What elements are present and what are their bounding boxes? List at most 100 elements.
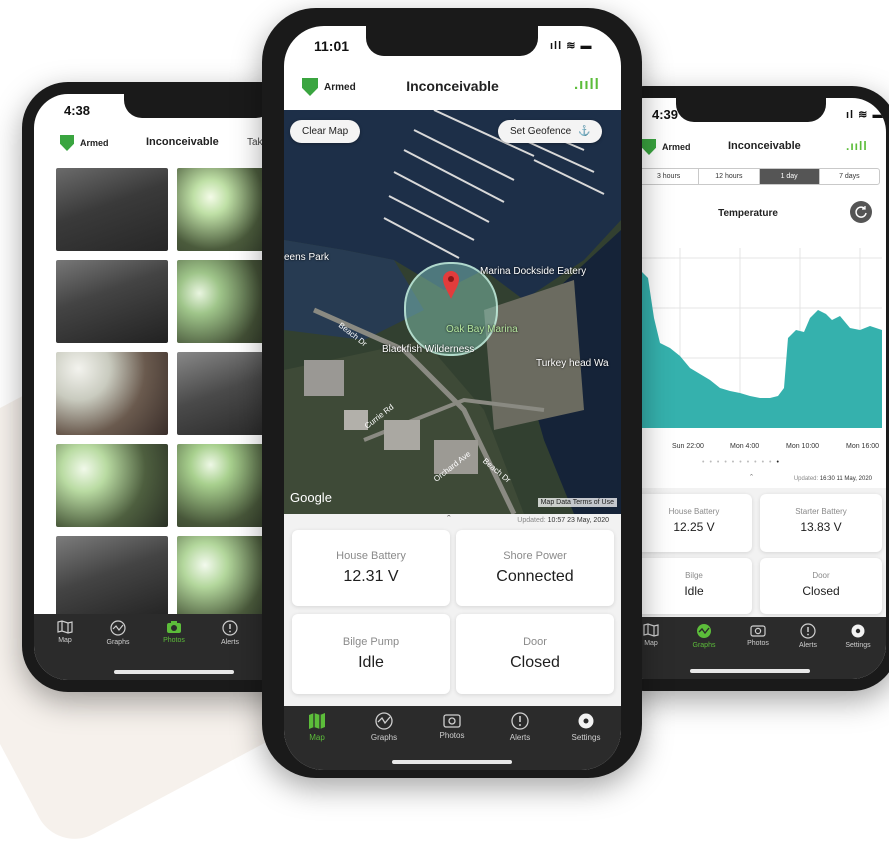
- tab-settings[interactable]: Settings: [840, 623, 876, 649]
- starter-battery-card: Starter Battery 13.83 V: [760, 494, 882, 552]
- tab-label: Graphs: [370, 733, 398, 742]
- house-battery-card: House Battery 12.25 V: [636, 494, 752, 552]
- x-tick: Mon 16:00: [846, 443, 880, 450]
- x-tick: Mon 4:00: [730, 443, 760, 450]
- clear-map-button[interactable]: Clear Map: [290, 120, 361, 143]
- page-dots: •••••••••••: [702, 459, 784, 466]
- card-label: House Battery: [336, 550, 406, 562]
- photo-thumbnail[interactable]: [56, 260, 168, 343]
- map-attribution[interactable]: Map Data Terms of Use: [537, 498, 617, 507]
- camera-icon: [167, 621, 181, 633]
- alert-icon: [222, 620, 238, 636]
- map-icon: [309, 713, 325, 729]
- tab-label: Alerts: [221, 639, 239, 646]
- tab-photos[interactable]: Photos: [738, 623, 778, 647]
- card-value: 12.25 V: [673, 520, 715, 534]
- map-label-blackfish: Blackfish Wilderness: [382, 344, 475, 355]
- updated-text: Updated: 10:57 23 May, 2020: [517, 517, 609, 524]
- tab-bar: Map Graphs Photos Alerts Settings: [284, 706, 621, 770]
- graphs-icon: [697, 624, 711, 638]
- range-1-day[interactable]: 1 day: [759, 169, 820, 184]
- tab-label: Settings: [845, 642, 871, 649]
- range-12-hours[interactable]: 12 hours: [699, 169, 760, 184]
- notch: [124, 94, 274, 118]
- armed-shield-icon: [60, 135, 74, 151]
- card-value: Closed: [510, 654, 560, 671]
- card-value: Idle: [684, 584, 704, 598]
- tab-label: Photos: [163, 637, 185, 644]
- collapse-chevron[interactable]: ˆ: [750, 473, 753, 483]
- tab-label: Map: [58, 637, 72, 644]
- updated-value: 16:30 11 May, 2020: [819, 476, 872, 482]
- status-cards: House Battery 12.25 V Starter Battery 13…: [610, 488, 886, 618]
- tab-alerts[interactable]: Alerts: [210, 620, 250, 646]
- set-geofence-button[interactable]: Set Geofence ⚓: [498, 120, 603, 143]
- bilge-card: Bilge Idle: [636, 558, 752, 614]
- signal-icon: .ııll: [574, 76, 600, 93]
- google-logo: Google: [290, 490, 332, 505]
- status-panel: ˆ Updated: 10:57 23 May, 2020 House Batt…: [284, 514, 621, 706]
- center-phone: 11:01 ıll ≋ ▬ Armed Inconceivable .ııll: [262, 8, 642, 778]
- card-value: 12.31 V: [343, 568, 399, 585]
- tab-label: Photos: [439, 731, 465, 740]
- tab-photos[interactable]: Photos: [154, 620, 194, 644]
- status-time: 4:38: [64, 103, 91, 118]
- range-7-days[interactable]: 7 days: [820, 169, 879, 184]
- home-indicator: [392, 760, 512, 764]
- range-3-hours[interactable]: 3 hours: [639, 169, 700, 184]
- tab-label: Graphs: [692, 642, 716, 649]
- card-value: Idle: [358, 654, 384, 671]
- collapse-chevron[interactable]: ˆ: [447, 514, 451, 526]
- app-title: Inconceivable: [406, 78, 499, 94]
- alert-icon: [800, 623, 816, 639]
- tab-graphs[interactable]: Graphs: [98, 620, 138, 646]
- tab-label: Settings: [571, 733, 601, 742]
- tab-alerts[interactable]: Alerts: [500, 712, 540, 742]
- satellite-map[interactable]: Clear Map Set Geofence ⚓ eens Park Marin…: [284, 110, 621, 514]
- card-label: House Battery: [668, 507, 720, 516]
- refresh-icon: [855, 206, 867, 218]
- tab-photos[interactable]: Photos: [432, 712, 472, 740]
- updated-label: Updated:: [793, 476, 819, 482]
- settings-icon: [578, 713, 594, 729]
- card-label: Door: [812, 571, 830, 580]
- bilge-pump-card: Bilge Pump Idle: [292, 614, 450, 694]
- map-label-park: eens Park: [284, 252, 330, 263]
- card-label: Shore Power: [503, 550, 567, 562]
- card-label: Bilge: [685, 571, 703, 580]
- photo-thumbnail[interactable]: [56, 168, 168, 251]
- app-bar: Armed Inconceivable .ııll: [284, 70, 621, 104]
- tab-label: Alerts: [799, 642, 817, 649]
- tab-map[interactable]: Map: [50, 620, 80, 644]
- graphs-icon: [375, 712, 393, 730]
- tab-alerts[interactable]: Alerts: [790, 623, 826, 649]
- tab-graphs[interactable]: Graphs: [364, 712, 404, 742]
- photo-thumbnail[interactable]: [56, 536, 168, 619]
- tab-map[interactable]: Map: [302, 712, 332, 742]
- tab-label: Map: [309, 733, 325, 742]
- temperature-area: [640, 270, 882, 428]
- map-icon: [57, 620, 73, 634]
- card-value: Closed: [802, 584, 840, 598]
- system-icons: ıll ≋ ▬: [550, 40, 593, 52]
- current-page-dot: •: [776, 459, 784, 466]
- refresh-button[interactable]: [850, 201, 872, 223]
- tab-label: Graphs: [106, 639, 130, 646]
- app-title: Inconceivable: [728, 140, 801, 152]
- x-tick: Mon 10:00: [786, 443, 820, 450]
- door-card: Door Closed: [760, 558, 882, 614]
- card-label: Starter Battery: [795, 507, 847, 516]
- map-label-eatery: Marina Dockside Eatery: [480, 266, 587, 277]
- notch: [676, 98, 826, 122]
- photo-thumbnail[interactable]: [56, 352, 168, 435]
- tab-label: Photos: [747, 640, 769, 647]
- photo-thumbnail[interactable]: [56, 444, 168, 527]
- app-bar: Armed Inconceivable .ııll: [610, 134, 886, 160]
- tab-graphs[interactable]: Graphs: [686, 623, 722, 649]
- house-battery-card: House Battery 12.31 V: [292, 530, 450, 606]
- time-range-selector: 3 hours 12 hours 1 day 7 days: [638, 168, 880, 185]
- updated-value: 10:57 23 May, 2020: [547, 517, 609, 524]
- tab-settings[interactable]: Settings: [566, 712, 606, 742]
- map-icon: [643, 623, 659, 637]
- x-axis-ticks: Sun 22:00 Mon 4:00 Mon 10:00 Mon 16:00: [640, 443, 886, 455]
